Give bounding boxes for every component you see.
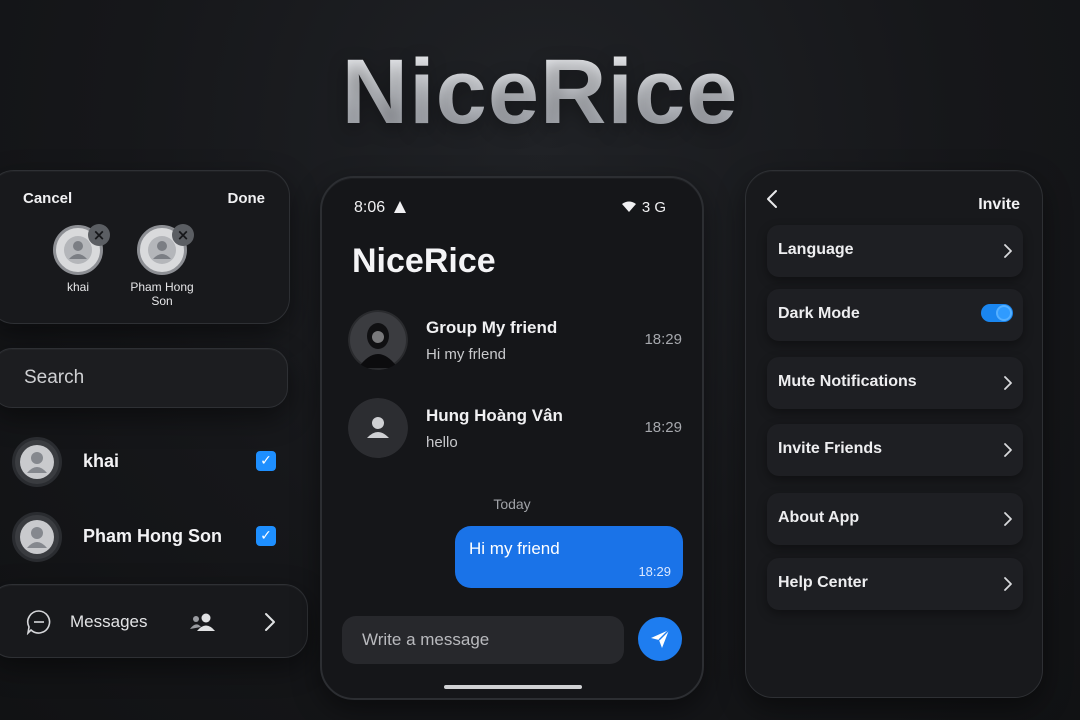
dark-mode-toggle[interactable] <box>981 304 1013 322</box>
message-time: 18:29 <box>638 564 671 579</box>
chip-label: Pham Hong Son <box>130 280 194 308</box>
outgoing-message-bubble[interactable]: Hi my friend 18:29 <box>455 526 683 588</box>
group-avatar-photo <box>348 310 408 370</box>
contact-checkbox[interactable]: ✓ <box>256 526 276 546</box>
selected-members-panel: Cancel Done × khai × Pham Hong Son <box>0 170 290 324</box>
chat-list-item[interactable]: Hung Hoàng Vân hello 18:29 <box>348 398 682 458</box>
chevron-right-icon <box>1004 512 1012 526</box>
date-separator: Today <box>493 496 531 512</box>
navigation-arrow-icon <box>393 201 406 213</box>
chip-label: khai <box>66 280 89 294</box>
settings-panel: Invite Language Dark Mode Mute Notificat… <box>745 170 1043 698</box>
chat-list-item[interactable]: Group My friend Hi my frlend 18:29 <box>348 310 682 370</box>
settings-item-language[interactable]: Language <box>767 225 1023 277</box>
hero-title: NiceRice <box>0 40 1080 145</box>
chevron-right-icon <box>1004 376 1012 390</box>
contact-checkbox[interactable]: ✓ <box>256 451 276 471</box>
avatar <box>12 437 62 487</box>
chevron-right-icon <box>1004 443 1012 457</box>
person-icon <box>348 398 408 458</box>
home-indicator[interactable] <box>444 685 582 689</box>
status-bar-network: 3 G <box>621 199 666 216</box>
message-text: Hi my friend <box>469 539 560 558</box>
settings-item-about-app[interactable]: About App <box>767 493 1023 545</box>
settings-item-dark-mode[interactable]: Dark Mode <box>767 289 1023 341</box>
message-input-placeholder: Write a message <box>362 630 490 649</box>
avatar <box>348 398 408 458</box>
send-icon <box>651 629 670 648</box>
messages-label: Messages <box>70 612 148 631</box>
page-title: NiceRice <box>352 242 496 280</box>
contact-name: khai <box>83 451 120 471</box>
chat-preview: Hi my frlend <box>426 346 507 363</box>
avatar: × <box>137 224 194 275</box>
settings-item-label: Language <box>778 241 854 258</box>
chat-name: Hung Hoàng Vân <box>426 406 563 425</box>
person-icon <box>20 445 54 479</box>
back-chevron-icon[interactable] <box>766 189 778 209</box>
chevron-right-icon <box>1004 244 1012 258</box>
remove-member-button[interactable]: × <box>88 224 110 246</box>
settings-item-label: Dark Mode <box>778 305 860 322</box>
avatar: × <box>53 224 110 275</box>
chevron-right-icon <box>1004 577 1012 591</box>
messages-bar[interactable]: Messages <box>0 584 308 658</box>
message-input[interactable]: Write a message <box>342 616 624 664</box>
selected-member-chip: × Pham Hong Son <box>117 224 207 308</box>
invite-button[interactable]: Invite <box>978 196 1020 214</box>
people-icon[interactable] <box>190 612 216 632</box>
settings-item-label: About App <box>778 509 860 526</box>
search-input[interactable]: Search <box>0 348 288 408</box>
cancel-button[interactable]: Cancel <box>23 190 72 207</box>
status-bar-time: 8:06 <box>354 199 406 217</box>
settings-item-help-center[interactable]: Help Center <box>767 558 1023 610</box>
chat-bubble-icon <box>26 610 51 635</box>
chat-phone-screen: 8:06 3 G NiceRice Group My friend Hi my … <box>320 176 704 700</box>
send-button[interactable] <box>638 617 682 661</box>
settings-item-invite-friends[interactable]: Invite Friends <box>767 424 1023 476</box>
chat-name: Group My friend <box>426 318 558 337</box>
chat-time: 18:29 <box>644 331 682 348</box>
settings-item-label: Help Center <box>778 574 868 591</box>
chevron-right-icon[interactable] <box>264 612 276 632</box>
wifi-icon <box>621 201 636 212</box>
done-button[interactable]: Done <box>228 190 266 207</box>
toggle-knob <box>996 305 1012 321</box>
contact-row[interactable]: khai ✓ <box>12 437 282 487</box>
settings-item-label: Invite Friends <box>778 440 883 457</box>
remove-member-button[interactable]: × <box>172 224 194 246</box>
settings-item-label: Mute Notifications <box>778 373 917 390</box>
contact-row[interactable]: Pham Hong Son ✓ <box>12 512 282 562</box>
selected-member-chip: × khai <box>33 224 123 294</box>
chat-preview: hello <box>426 434 458 451</box>
settings-item-mute-notifications[interactable]: Mute Notifications <box>767 357 1023 409</box>
avatar <box>12 512 62 562</box>
search-placeholder: Search <box>24 367 85 388</box>
contact-name: Pham Hong Son <box>83 526 222 546</box>
chat-time: 18:29 <box>644 419 682 436</box>
person-icon <box>20 520 54 554</box>
